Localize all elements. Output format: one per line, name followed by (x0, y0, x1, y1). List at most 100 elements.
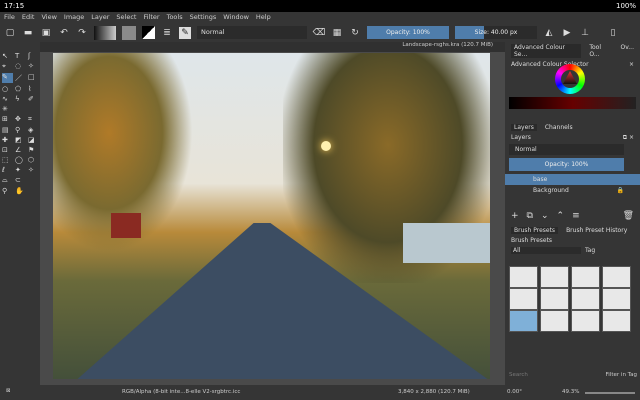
undo-icon[interactable]: ↶ (58, 27, 70, 39)
layer-opacity-slider[interactable]: Opacity: 100% (509, 158, 624, 171)
new-document-icon[interactable]: ▢ (4, 27, 16, 39)
duplicate-layer-icon[interactable]: ⧉ (527, 211, 533, 221)
tag-button[interactable]: Tag (585, 247, 595, 254)
reload-preset-icon[interactable]: ↻ (349, 27, 361, 39)
layer-row-background[interactable]: Background 🔒 (505, 185, 640, 196)
menu-file[interactable]: File (4, 13, 15, 22)
enclose-fill-icon[interactable]: ◪ (28, 136, 39, 144)
gradient-selector[interactable] (94, 25, 116, 40)
lock-icon[interactable]: 🔒 (617, 187, 624, 194)
redo-icon[interactable]: ↷ (76, 27, 88, 39)
brush-preset[interactable] (602, 310, 631, 332)
selection-icon[interactable]: ⊠ (6, 388, 11, 394)
select-tool-icon[interactable]: ↖ (2, 52, 13, 60)
text-tool-icon[interactable]: T (15, 52, 26, 60)
polygon-tool-icon[interactable]: ⬠ (15, 85, 26, 93)
brush-preset[interactable] (540, 310, 569, 332)
menu-window[interactable]: Window (223, 13, 249, 22)
alpha-lock-icon[interactable]: ▦ (331, 27, 343, 39)
tab-channels[interactable]: Channels (545, 124, 573, 131)
menu-view[interactable]: View (41, 13, 56, 22)
pan-tool-icon[interactable]: ✋ (15, 187, 26, 195)
menu-layer[interactable]: Layer (91, 13, 109, 22)
mirror-vertical-icon[interactable]: ▶ (561, 27, 573, 39)
colour-history-strip[interactable] (509, 97, 636, 109)
menu-tools[interactable]: Tools (167, 13, 183, 22)
mirror-horizontal-icon[interactable]: ◭ (543, 27, 555, 39)
tab-brush-preset-history[interactable]: Brush Preset History (566, 227, 627, 234)
rect-select-icon[interactable]: ⬚ (2, 156, 13, 164)
open-document-icon[interactable]: ▬ (22, 27, 34, 39)
brush-filter-dropdown[interactable]: All (511, 247, 581, 254)
edit-shapes-icon[interactable]: ⌖ (2, 62, 13, 71)
fill-tool-icon[interactable]: ◩ (15, 136, 26, 144)
multibrush-icon[interactable]: ✳ (2, 105, 13, 113)
delete-layer-icon[interactable]: 🗑 (623, 211, 634, 221)
opacity-slider[interactable]: Opacity: 100% (367, 26, 449, 39)
freehand-select-icon[interactable]: ℓ (2, 166, 13, 174)
add-layer-icon[interactable]: + (511, 211, 519, 221)
tab-advanced-colour-selector[interactable]: Advanced Colour Se... (511, 44, 582, 58)
menu-filter[interactable]: Filter (143, 13, 159, 22)
wrap-around-icon[interactable]: ⊥ (579, 27, 591, 39)
polyline-tool-icon[interactable]: ⌇ (28, 85, 39, 93)
menu-help[interactable]: Help (256, 13, 271, 22)
transform-tool-icon[interactable]: ⊞ (2, 115, 13, 124)
brush-preset[interactable] (509, 266, 538, 288)
rectangle-tool-icon[interactable]: □ (28, 73, 39, 83)
brush-preset[interactable] (571, 288, 600, 310)
float-close-icon[interactable]: ⧉ × (623, 134, 634, 142)
bezier-tool-icon[interactable]: ∿ (2, 95, 13, 103)
dynamic-brush-icon[interactable]: ✐ (28, 95, 39, 103)
move-down-icon[interactable]: ⌄ (541, 211, 549, 221)
ellipse-tool-icon[interactable]: ○ (2, 85, 13, 93)
line-tool-icon[interactable]: ／ (15, 73, 26, 83)
gradient-tool-icon[interactable]: ▤ (2, 126, 13, 134)
measure-tool-icon[interactable]: ∠ (15, 146, 26, 154)
magnetic-select-icon[interactable]: ⊂ (15, 176, 26, 185)
move-tool-icon[interactable]: ✥ (15, 115, 26, 124)
tab-overview[interactable]: Ov... (620, 44, 634, 58)
document-tab[interactable]: Landscape-rsghs.kra (120.7 MiB) (40, 42, 505, 52)
brush-preset[interactable] (540, 288, 569, 310)
tab-brush-presets[interactable]: Brush Presets (511, 227, 559, 234)
brush-tool-icon[interactable]: ✎ (2, 73, 13, 83)
colour-wheel[interactable] (555, 64, 585, 94)
brush-search-input[interactable]: Search (509, 372, 528, 378)
crop-tool-icon[interactable]: ⌗ (28, 115, 39, 124)
save-icon[interactable]: ▣ (40, 27, 52, 39)
blend-mode-dropdown[interactable]: Normal (197, 26, 307, 39)
brush-preset[interactable] (540, 266, 569, 288)
close-icon[interactable]: × (629, 61, 634, 68)
colorize-mask-icon[interactable]: ◈ (28, 126, 39, 134)
polygon-select-icon[interactable]: ⬡ (28, 156, 39, 164)
zoom-slider[interactable] (585, 392, 635, 394)
size-slider[interactable]: Size: 40.00 px (455, 26, 537, 39)
eraser-icon[interactable]: ⌫ (313, 27, 326, 39)
contour-icon[interactable]: ✧ (28, 62, 39, 71)
similar-select-icon[interactable]: ✧ (28, 166, 39, 174)
calligraphy-tool-icon[interactable]: ʃ (28, 52, 39, 60)
layer-row-base[interactable]: base (505, 174, 640, 185)
brush-preset[interactable] (602, 266, 631, 288)
brush-preset-icon[interactable]: ✎ (179, 26, 191, 39)
brush-preset[interactable] (571, 310, 600, 332)
freehand-path-icon[interactable]: ϟ (15, 95, 26, 103)
contiguous-select-icon[interactable]: ✦ (15, 166, 26, 174)
zoom-tool-icon[interactable]: ⚲ (2, 187, 13, 195)
properties-icon[interactable]: ≡ (572, 211, 580, 221)
brush-settings-icon[interactable]: ≣ (161, 27, 173, 39)
brush-preset-selected[interactable] (509, 310, 538, 332)
smart-patch-icon[interactable]: ✚ (2, 136, 13, 144)
menu-image[interactable]: Image (64, 13, 84, 22)
menu-select[interactable]: Select (116, 13, 136, 22)
color-swatch[interactable] (142, 26, 155, 39)
brush-preset[interactable] (571, 266, 600, 288)
painting-canvas[interactable] (53, 53, 490, 379)
reference-tool-icon[interactable]: ⚑ (28, 146, 39, 154)
bezier-select-icon[interactable]: ⌓ (2, 176, 13, 185)
color-picker-icon[interactable]: ⚲ (15, 126, 26, 134)
assistant-tool-icon[interactable]: ⊡ (2, 146, 13, 154)
docker-toggle-icon[interactable]: ▯ (607, 27, 619, 39)
brush-preset[interactable] (509, 288, 538, 310)
